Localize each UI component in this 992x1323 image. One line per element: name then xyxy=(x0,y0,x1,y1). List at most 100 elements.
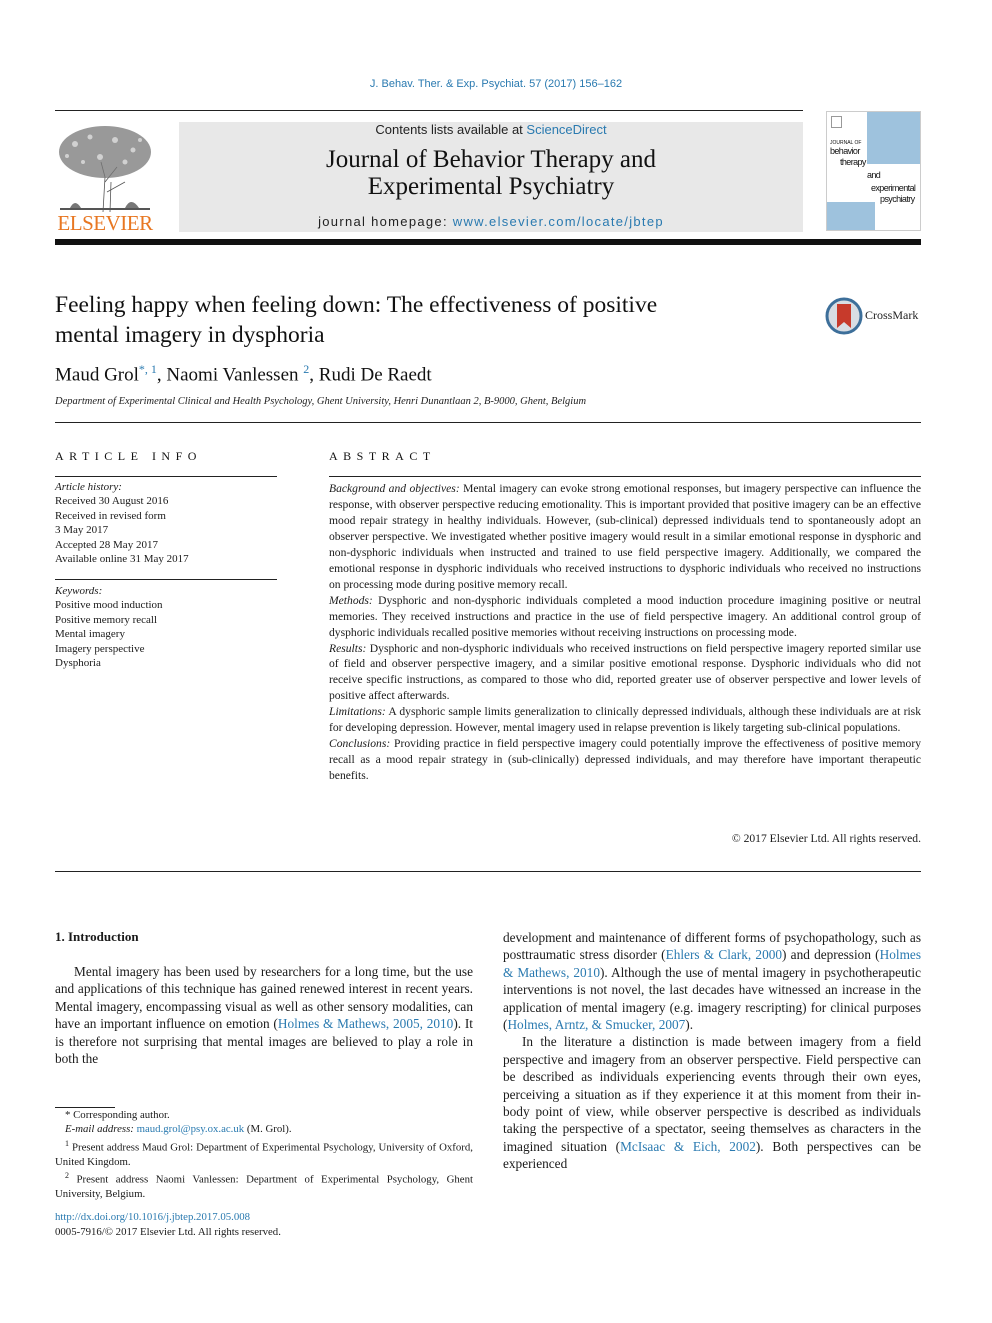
journal-banner: Contents lists available at ScienceDirec… xyxy=(179,122,803,232)
sciencedirect-link[interactable]: ScienceDirect xyxy=(526,122,606,137)
journal-homepage-link[interactable]: www.elsevier.com/locate/jbtep xyxy=(453,214,664,229)
history-item: Available online 31 May 2017 xyxy=(55,553,189,566)
abstract-text: Dysphoric and non-dysphoric individuals … xyxy=(329,593,921,639)
body-column-left: Mental imagery has been used by research… xyxy=(55,963,473,1067)
email-link[interactable]: maud.grol@psy.ox.ac.uk xyxy=(137,1123,245,1135)
cover-block-top xyxy=(867,112,920,164)
journal-cover-thumbnail[interactable]: JOURNAL OF behavior therapy and experime… xyxy=(826,111,921,231)
text-run: ) and depression ( xyxy=(782,947,880,963)
history-item: Received in revised form xyxy=(55,509,166,522)
keyword-item: Positive mood induction xyxy=(55,599,163,612)
article-history: Article history: Received 30 August 2016… xyxy=(55,480,277,566)
journal-title[interactable]: Journal of Behavior Therapy and Experime… xyxy=(179,146,803,200)
author-name[interactable]: Maud Grol xyxy=(55,364,139,385)
keyword-item: Mental imagery xyxy=(55,628,125,641)
article-title-line-2: mental imagery in dysphoria xyxy=(55,322,325,348)
abstract-label: Methods: xyxy=(329,593,373,607)
abstract-text: Dysphoric and non-dysphoric individuals … xyxy=(329,641,921,703)
body-column-right: development and maintenance of different… xyxy=(503,929,921,1173)
journal-citation-link[interactable]: J. Behav. Ther. & Exp. Psychiat. 57 (201… xyxy=(0,78,992,90)
abstract-body: Background and objectives: Mental imager… xyxy=(329,481,921,784)
citation-link[interactable]: Holmes & Mathews, 2005, 2010 xyxy=(278,1016,453,1031)
history-item: Received 30 August 2016 xyxy=(55,495,169,508)
elsevier-logo[interactable]: ELSEVIER xyxy=(55,118,155,235)
abstract-section-conclusions: Conclusions: Providing practice in field… xyxy=(329,736,921,784)
doi-link[interactable]: http://dx.doi.org/10.1016/j.jbtep.2017.0… xyxy=(55,1211,250,1223)
elsevier-wordmark: ELSEVIER xyxy=(57,211,153,235)
crossmark-button[interactable]: CrossMark xyxy=(825,296,925,336)
issn-copyright: 0005-7916/© 2017 Elsevier Ltd. All right… xyxy=(55,1226,281,1238)
article-info-divider xyxy=(55,476,277,477)
author-list: Maud Grol*, 1, Naomi Vanlessen 2, Rudi D… xyxy=(55,362,432,386)
affiliation: Department of Experimental Clinical and … xyxy=(55,396,587,407)
keyword-item: Dysphoria xyxy=(55,657,101,670)
citation-link[interactable]: Ehlers & Clark, 2000 xyxy=(666,947,782,962)
abstract-text: Providing practice in field perspective … xyxy=(329,737,921,783)
crossmark-icon xyxy=(825,297,863,335)
cover-text-6: psychiatry xyxy=(880,194,915,204)
footnote-text: (M. Grol). xyxy=(244,1123,292,1136)
contents-line: Contents lists available at ScienceDirec… xyxy=(179,122,803,137)
abstract-heading: ABSTRACT xyxy=(329,449,436,463)
abstract-label: Conclusions: xyxy=(329,737,391,751)
abstract-label: Limitations: xyxy=(329,705,386,719)
text-run: ). xyxy=(685,1017,694,1033)
paragraph: development and maintenance of different… xyxy=(503,929,921,1033)
article-info-heading: ARTICLE INFO xyxy=(55,449,202,463)
cover-text-3: therapy xyxy=(840,157,866,167)
author-marks[interactable]: *, 1 xyxy=(139,362,157,376)
footnotes: * Corresponding author. E-mail address: … xyxy=(55,1108,473,1202)
citation-link[interactable]: Holmes, Arntz, & Smucker, 2007 xyxy=(507,1017,685,1032)
text-run: In the literature a distinction is made … xyxy=(503,1034,921,1154)
section-heading-introduction: 1. Introduction xyxy=(55,929,139,944)
footnote-email: E-mail address: maud.grol@psy.ox.ac.uk (… xyxy=(55,1122,473,1136)
abstract-copyright: © 2017 Elsevier Ltd. All rights reserved… xyxy=(731,832,921,845)
keywords-label: Keywords: xyxy=(55,585,103,597)
footnote-2: 2 Present address Naomi Vanlessen: Depar… xyxy=(55,1169,473,1201)
abstract-label: Background and objectives: xyxy=(329,482,460,495)
cover-text-4: and xyxy=(867,170,881,180)
elsevier-tree-icon xyxy=(59,126,151,213)
cover-elsevier-mini-icon xyxy=(831,116,842,128)
email-label: E-mail address: xyxy=(65,1123,134,1136)
abstract-section-limitations: Limitations: A dysphoric sample limits g… xyxy=(329,704,921,736)
footnote-text: Corresponding author. xyxy=(70,1109,170,1121)
cover-text-5: experimental xyxy=(871,183,916,193)
paragraph: In the literature a distinction is made … xyxy=(503,1033,921,1172)
contents-prefix: Contents lists available at xyxy=(375,122,527,137)
homepage-prefix: journal homepage: xyxy=(318,214,453,229)
keyword-item: Positive memory recall xyxy=(55,613,158,626)
history-item: 3 May 2017 xyxy=(55,524,109,537)
abstract-text: A dysphoric sample limits generalization… xyxy=(329,705,921,735)
article-title-line-1: Feeling happy when feeling down: The eff… xyxy=(55,292,658,318)
citation-link[interactable]: McIsaac & Eich, 2002 xyxy=(620,1139,756,1154)
abstract-section-methods: Methods: Dysphoric and non-dysphoric ind… xyxy=(329,593,921,641)
footnote-text: Present address Naomi Vanlessen: Departm… xyxy=(55,1173,473,1201)
keyword-item: Imagery perspective xyxy=(55,642,145,655)
footnote-text: Present address Maud Grol: Department of… xyxy=(55,1141,473,1168)
author-name[interactable]: Rudi De Raedt xyxy=(319,364,432,385)
abstract-section-background: Background and objectives: Mental imager… xyxy=(329,481,921,593)
header-thick-divider xyxy=(55,239,921,245)
author-marks[interactable]: 2 xyxy=(303,362,309,376)
abstract-text: Mental imagery can evoke strong emotiona… xyxy=(329,482,922,591)
paragraph: Mental imagery has been used by research… xyxy=(55,963,473,1067)
author-name[interactable]: Naomi Vanlessen xyxy=(166,364,298,385)
keywords: Keywords: Positive mood induction Positi… xyxy=(55,584,277,670)
crossmark-label: CrossMark xyxy=(865,308,919,322)
abstract-divider xyxy=(329,476,921,477)
journal-title-line-1: Journal of Behavior Therapy and xyxy=(326,146,656,173)
homepage-line: journal homepage: www.elsevier.com/locat… xyxy=(179,214,803,229)
abstract-section-results: Results: Dysphoric and non-dysphoric ind… xyxy=(329,641,921,705)
keywords-divider xyxy=(55,579,277,580)
abstract-label: Results: xyxy=(329,641,367,655)
article-title: Feeling happy when feeling down: The eff… xyxy=(55,290,795,350)
footnote-corresponding: * Corresponding author. xyxy=(55,1108,473,1122)
affiliation-divider xyxy=(55,422,921,423)
footnote-1: 1 Present address Maud Grol: Department … xyxy=(55,1137,473,1169)
history-item: Accepted 28 May 2017 xyxy=(55,538,158,551)
body-divider xyxy=(55,871,921,872)
cover-block-bottom xyxy=(827,202,875,230)
cover-text-2: behavior xyxy=(830,146,860,156)
header-divider xyxy=(55,110,803,111)
